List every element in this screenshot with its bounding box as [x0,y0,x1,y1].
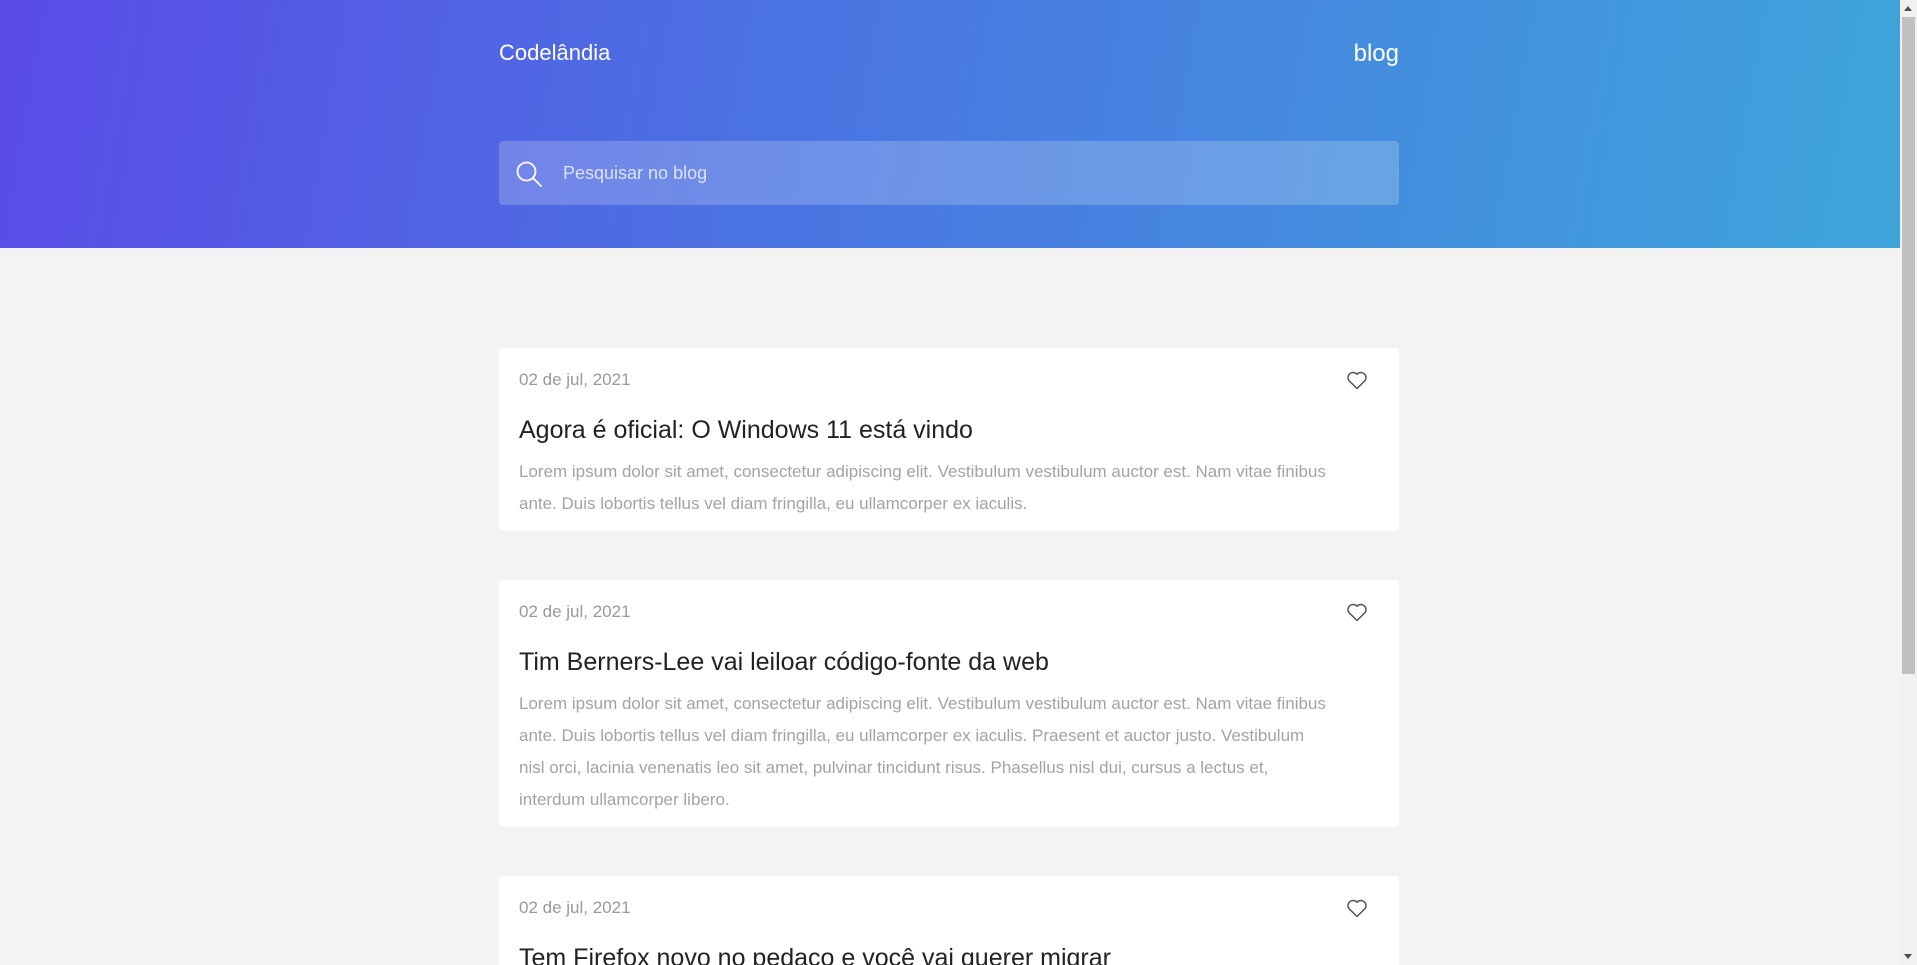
header: Codelândia blog [0,0,1900,248]
post-card: 02 de jul, 2021 Tem Firefox novo no peda… [499,876,1399,965]
scroll-up-arrow-icon[interactable] [1904,6,1912,11]
post-title[interactable]: Agora é oficial: O Windows 11 está vindo [519,415,973,445]
post-card: 02 de jul, 2021 Tim Berners-Lee vai leil… [499,580,1399,827]
heart-icon[interactable] [1345,368,1369,392]
heart-icon[interactable] [1345,600,1369,624]
nav-blog-link[interactable]: blog [1322,40,1399,68]
post-date: 02 de jul, 2021 [519,370,631,389]
post-date: 02 de jul, 2021 [519,602,631,621]
search-bar[interactable] [499,141,1399,205]
heart-icon[interactable] [1345,896,1369,920]
post-title[interactable]: Tem Firefox novo no pedaço e você vai qu… [519,943,1111,965]
search-input[interactable] [563,141,1383,205]
search-icon [516,161,542,187]
scroll-thumb[interactable] [1902,17,1915,674]
vertical-scrollbar[interactable] [1900,0,1917,965]
brand-logo[interactable]: Codelândia [499,40,610,66]
post-date: 02 de jul, 2021 [519,898,631,917]
scroll-down-arrow-icon[interactable] [1904,954,1912,959]
post-excerpt: Lorem ipsum dolor sit amet, consectetur … [519,462,1326,513]
page: Codelândia blog 02 de jul, 2021 Agora é … [0,0,1900,965]
post-excerpt: Lorem ipsum dolor sit amet, consectetur … [519,694,1326,809]
post-title[interactable]: Tim Berners-Lee vai leiloar código-fonte… [519,647,1049,677]
post-card: 02 de jul, 2021 Agora é oficial: O Windo… [499,348,1399,531]
